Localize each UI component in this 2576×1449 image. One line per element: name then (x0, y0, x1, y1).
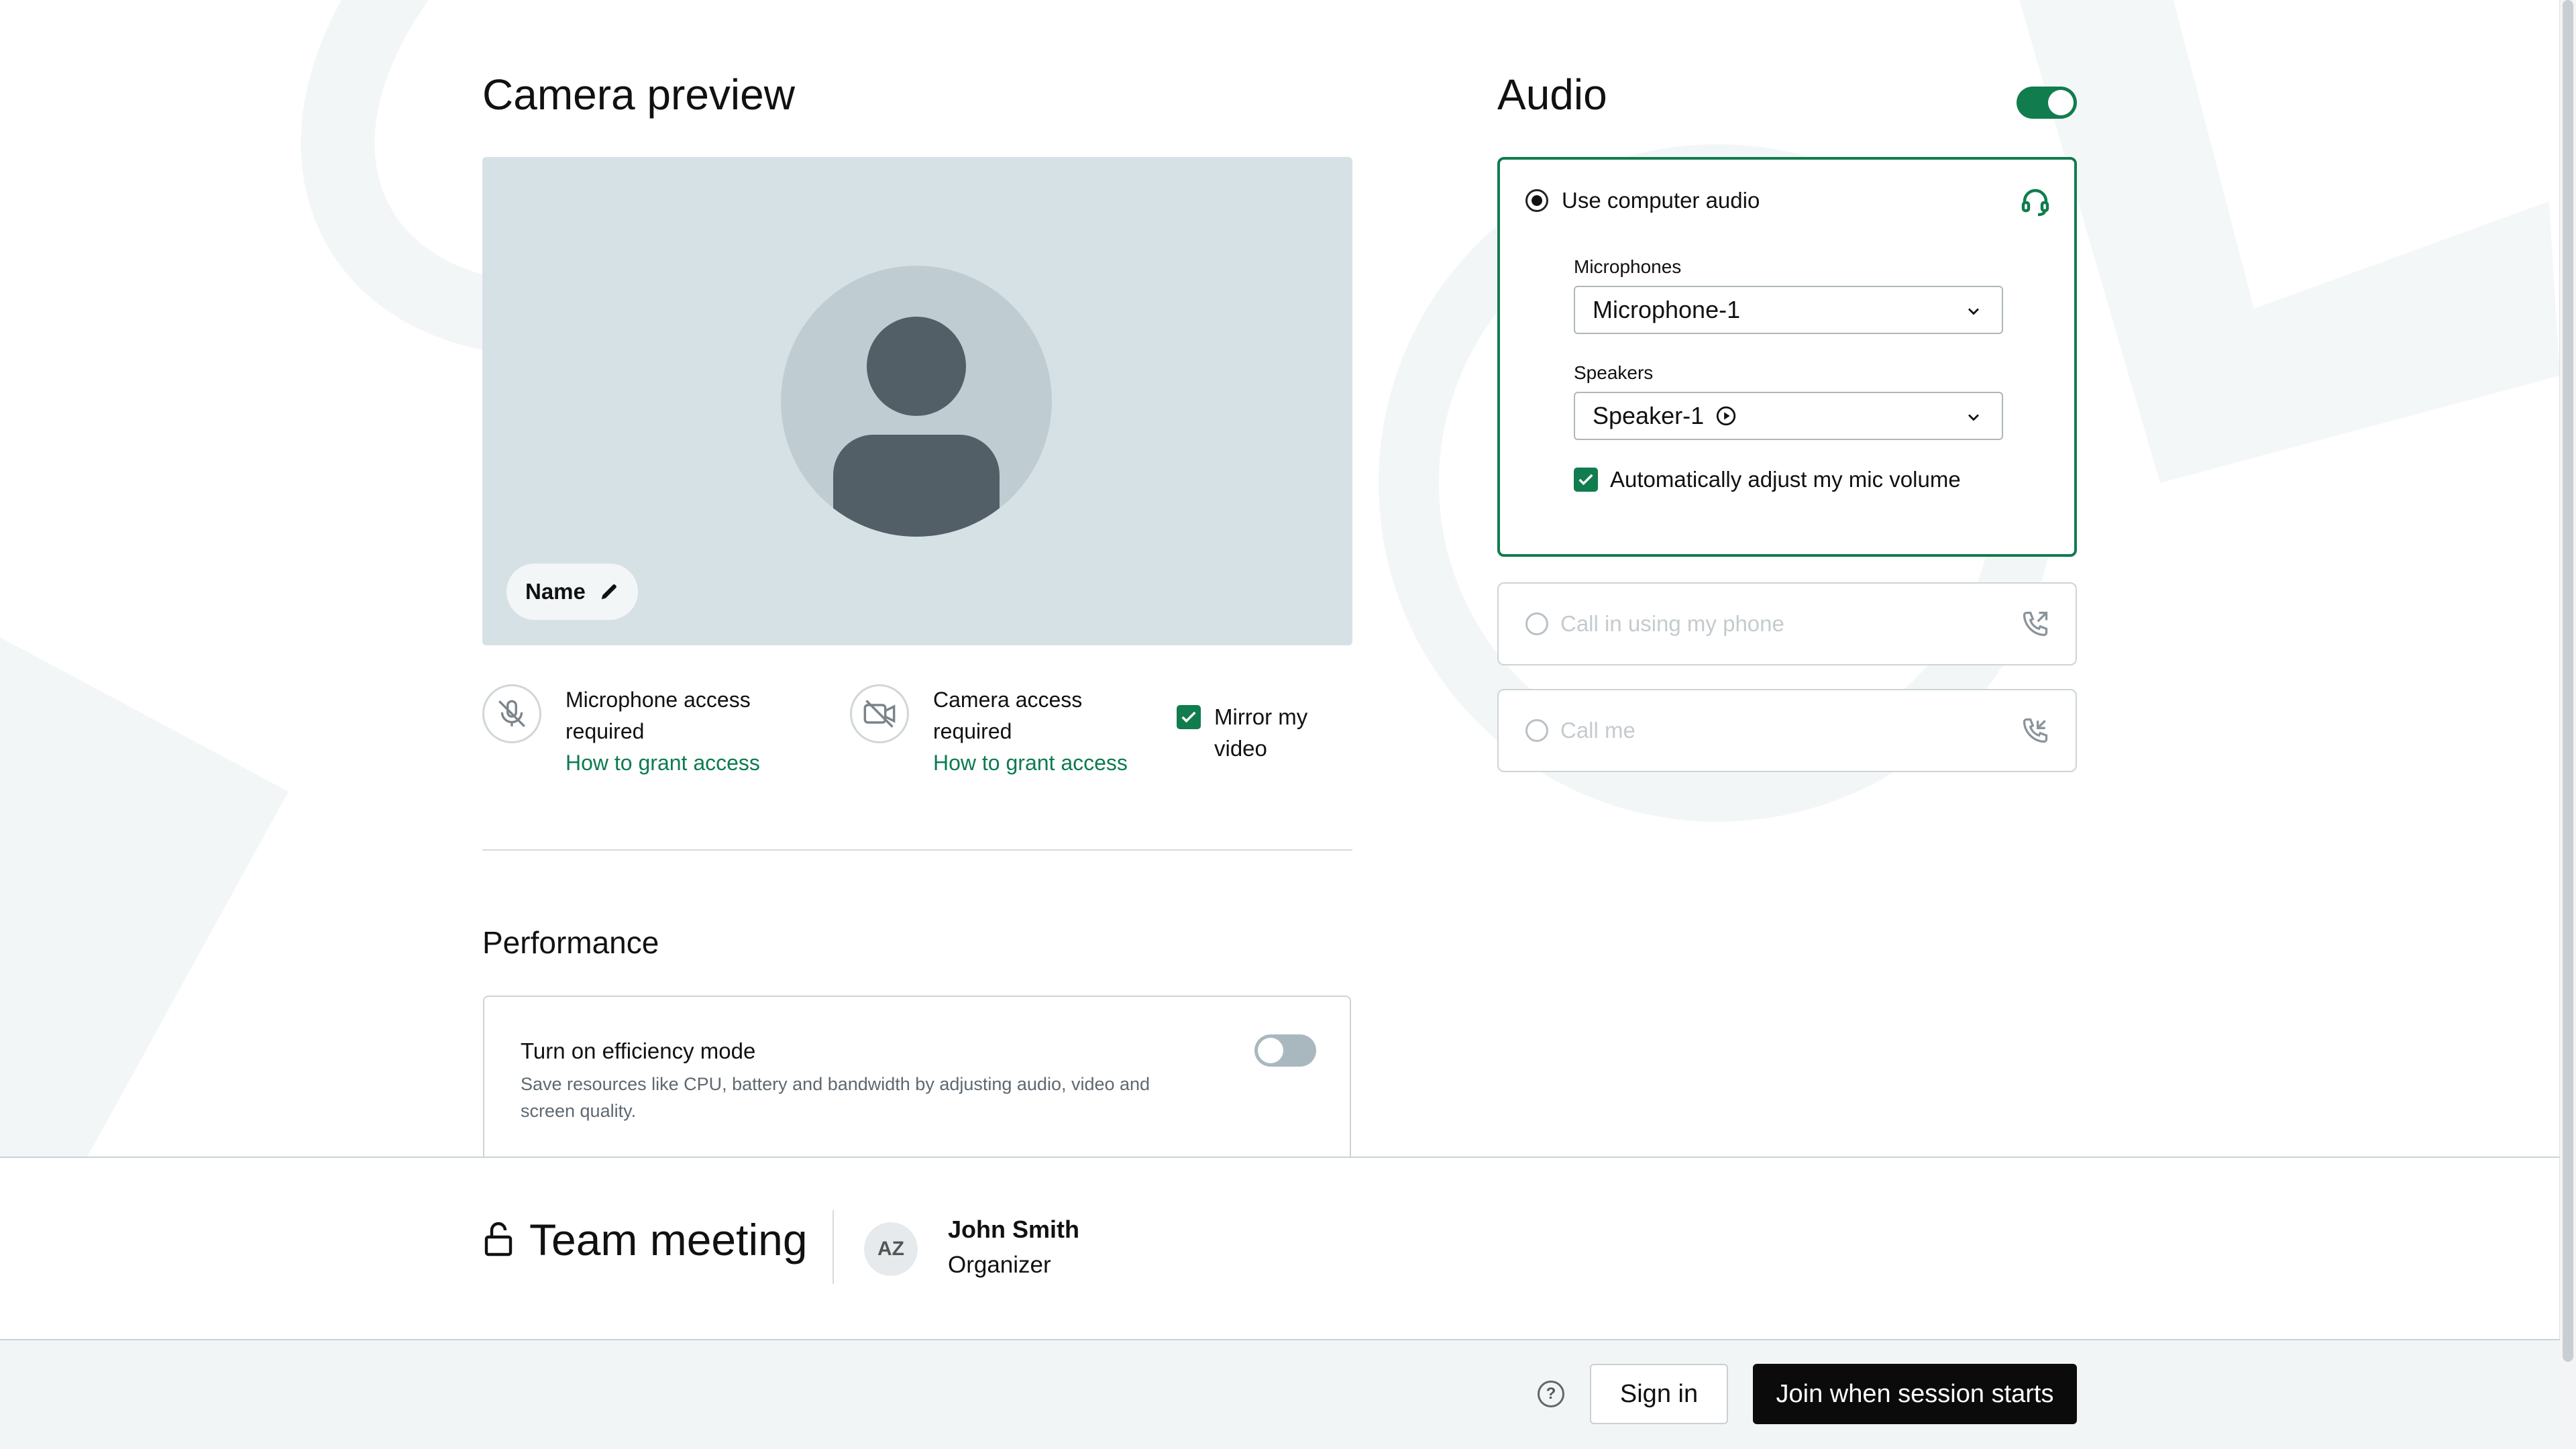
mirror-video-label: Mirror my (1214, 704, 1308, 729)
camera-grant-access-link[interactable]: How to grant access (933, 747, 1128, 779)
auto-adjust-option[interactable]: Automatically adjust my mic volume (1574, 467, 1961, 492)
computer-audio-label: Use computer audio (1562, 188, 1760, 213)
organizer-role: Organizer (948, 1252, 1051, 1278)
camera-access-notice: Camera access required How to grant acce… (850, 684, 1128, 779)
scrollbar-thumb[interactable] (2563, 0, 2573, 1362)
call-me-option[interactable]: Call me (1497, 689, 2077, 772)
camera-access-title-2: required (933, 719, 1012, 743)
edit-name-button[interactable]: Name (506, 564, 638, 620)
lock-open-icon (484, 1222, 513, 1256)
call-me-label: Call me (1560, 718, 1635, 743)
meeting-title: Team meeting (529, 1215, 808, 1265)
sign-in-button[interactable]: Sign in (1590, 1364, 1728, 1424)
phone-incoming-icon (2023, 718, 2048, 743)
audio-toggle[interactable] (2017, 87, 2077, 119)
footer-bar (0, 1340, 2560, 1449)
call-in-radio[interactable] (1525, 612, 1548, 635)
efficiency-card: Turn on efficiency mode Save resources l… (483, 996, 1351, 1157)
mic-grant-access-link[interactable]: How to grant access (566, 747, 760, 779)
call-in-option[interactable]: Call in using my phone (1497, 582, 2077, 665)
mic-access-notice: Microphone access required How to grant … (482, 684, 760, 779)
chevron-down-icon (1968, 414, 1979, 421)
performance-title: Performance (482, 925, 659, 960)
camera-preview: Name (482, 157, 1352, 645)
mirror-video-checkbox[interactable] (1177, 705, 1201, 729)
call-me-radio[interactable] (1525, 719, 1548, 742)
footer-top-border (0, 1339, 2560, 1340)
microphone-select[interactable]: Microphone-1 (1574, 286, 2003, 334)
organizer-avatar: AZ (864, 1222, 918, 1276)
call-in-label: Call in using my phone (1560, 611, 1784, 636)
auto-adjust-label: Automatically adjust my mic volume (1610, 467, 1961, 492)
pencil-icon (601, 584, 616, 600)
mic-access-title: Microphone access (566, 688, 751, 712)
speaker-select[interactable]: Speaker-1 (1574, 392, 2003, 440)
computer-audio-card: Use computer audio Microphones Microphon… (1497, 157, 2077, 557)
efficiency-toggle[interactable] (1254, 1034, 1316, 1067)
join-button[interactable]: Join when session starts (1753, 1364, 2077, 1424)
play-test-icon[interactable] (1715, 405, 1737, 427)
mic-off-icon (482, 684, 541, 743)
headset-icon (2021, 189, 2049, 217)
mirror-video-option[interactable]: Mirror my video (1177, 701, 1307, 764)
name-label: Name (525, 579, 586, 604)
speaker-value: Speaker-1 (1593, 402, 1705, 429)
computer-audio-radio[interactable] (1525, 189, 1548, 212)
section-divider (482, 849, 1352, 851)
auto-adjust-checkbox[interactable] (1574, 468, 1598, 492)
band-top-border (0, 1157, 2560, 1158)
mic-access-title-2: required (566, 719, 645, 743)
microphone-value: Microphone-1 (1593, 296, 1741, 323)
efficiency-description: Save resources like CPU, battery and ban… (521, 1074, 1150, 1121)
chevron-down-icon (1968, 308, 1979, 315)
meeting-divider (833, 1210, 834, 1284)
scrollbar[interactable] (2559, 0, 2576, 1449)
checkmark-icon (1181, 711, 1196, 723)
checkmark-icon (1578, 474, 1593, 486)
meeting-info: Team meeting (482, 1214, 808, 1265)
mirror-video-label-2: video (1214, 736, 1267, 761)
camera-access-title: Camera access (933, 688, 1083, 712)
audio-title: Audio (1497, 70, 1607, 119)
camera-off-icon (850, 684, 909, 743)
phone-outgoing-icon (2023, 611, 2048, 637)
microphones-label: Microphones (1574, 256, 1682, 277)
help-icon[interactable]: ? (1538, 1381, 1564, 1407)
avatar-placeholder-icon (781, 266, 1052, 537)
organizer-name: John Smith (948, 1216, 1079, 1243)
efficiency-label: Turn on efficiency mode (521, 1038, 756, 1063)
camera-preview-title: Camera preview (482, 70, 795, 119)
speakers-label: Speakers (1574, 362, 1654, 383)
